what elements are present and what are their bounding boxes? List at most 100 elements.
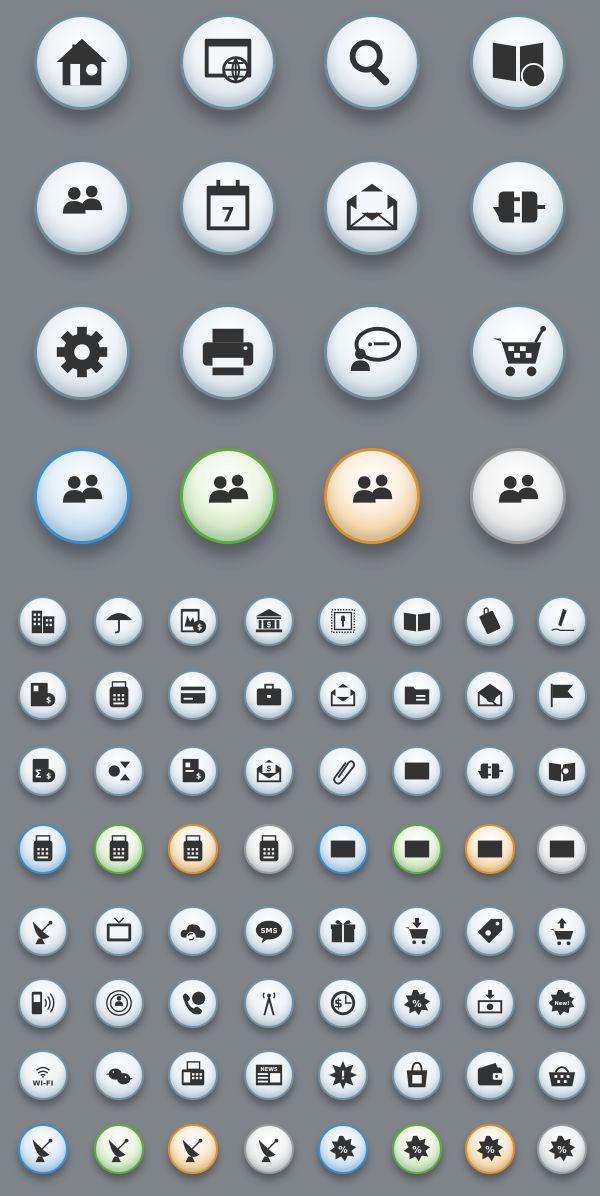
document-clip-button[interactable] <box>465 596 515 646</box>
dollar-invoice-button[interactable]: $ <box>168 746 218 796</box>
users-button[interactable] <box>34 448 130 544</box>
gift-box-icon <box>328 916 358 946</box>
open-envelope-button[interactable] <box>324 159 420 255</box>
folder-button[interactable] <box>392 670 442 720</box>
pos-terminal-button[interactable] <box>244 824 294 874</box>
pos-terminal-icon <box>104 680 134 710</box>
web-browser-globe-button[interactable] <box>180 14 276 110</box>
alert-burst-button[interactable]: ! <box>318 1050 368 1100</box>
calendar-button[interactable]: 7 <box>180 159 276 255</box>
umbrella-button[interactable] <box>94 596 144 646</box>
open-mail-button[interactable] <box>318 670 368 720</box>
envelope-button[interactable] <box>318 824 368 874</box>
cash-download-button[interactable] <box>465 978 515 1028</box>
newspaper-button[interactable]: NEWS <box>244 1050 294 1100</box>
antenna-tower-button[interactable] <box>244 978 294 1028</box>
shopping-cart-icon <box>487 321 549 383</box>
briefcase-button[interactable] <box>244 670 294 720</box>
shopping-bag-button[interactable] <box>392 1050 442 1100</box>
mobile-signal-button[interactable] <box>18 978 68 1028</box>
svg-text:$: $ <box>196 772 201 781</box>
price-tag-button[interactable] <box>465 906 515 956</box>
credit-card-button[interactable] <box>168 670 218 720</box>
discount-badge-button[interactable]: % <box>537 1124 587 1174</box>
envelope-button[interactable] <box>537 824 587 874</box>
pos-terminal-button[interactable] <box>94 824 144 874</box>
pen-signature-button[interactable] <box>537 596 587 646</box>
sum-dollar-document-button[interactable]: Σ $ <box>18 746 68 796</box>
users-button[interactable] <box>470 448 566 544</box>
envelope-button[interactable] <box>392 746 442 796</box>
discount-badge-icon: % <box>328 1134 358 1164</box>
buildings-button[interactable] <box>18 596 68 646</box>
phone-globe-button[interactable] <box>168 978 218 1028</box>
gift-box-button[interactable] <box>318 906 368 956</box>
open-envelope-icon <box>341 176 403 238</box>
bank-button[interactable]: $ <box>244 596 294 646</box>
pos-terminal-icon <box>28 834 58 864</box>
wallet-button[interactable] <box>465 1050 515 1100</box>
tv-button[interactable] <box>94 906 144 956</box>
book-clock-button[interactable] <box>470 14 566 110</box>
discount-badge-button[interactable]: % <box>318 1124 368 1174</box>
chat-user-icon <box>341 321 403 383</box>
home-button[interactable] <box>34 14 130 110</box>
calculator-arrows-button[interactable] <box>94 746 144 796</box>
fax-machine-button[interactable] <box>168 1050 218 1100</box>
dollar-mail-button[interactable]: $ <box>244 746 294 796</box>
sms-bubble-button[interactable]: SMS <box>244 906 294 956</box>
birds-button[interactable] <box>94 1050 144 1100</box>
gear-button[interactable] <box>34 304 130 400</box>
price-tag-icon <box>475 916 505 946</box>
money-bag-document-button[interactable]: $ <box>168 596 218 646</box>
flag-button[interactable] <box>537 670 587 720</box>
satellite-dish-button[interactable] <box>18 906 68 956</box>
envelope-icon <box>402 834 432 864</box>
cloud-sync-button[interactable] <box>168 906 218 956</box>
search-magnifier-button[interactable] <box>324 14 420 110</box>
users-button[interactable] <box>34 159 130 255</box>
calculator-arrows-icon <box>104 756 134 786</box>
wifi-icon: WI-FI <box>28 1060 58 1090</box>
mail-search-button[interactable] <box>465 670 515 720</box>
discount-badge-button[interactable]: % <box>392 1124 442 1174</box>
cart-download-button[interactable] <box>392 906 442 956</box>
money-bag-id-button[interactable]: $ <box>18 670 68 720</box>
dollar-clock-button[interactable]: $ <box>318 978 368 1028</box>
chat-user-button[interactable] <box>324 304 420 400</box>
shopping-cart-button[interactable] <box>470 304 566 400</box>
plug-connector-icon <box>487 176 549 238</box>
printer-button[interactable] <box>180 304 276 400</box>
open-book-button[interactable] <box>392 596 442 646</box>
discount-badge-button[interactable]: % <box>465 1124 515 1174</box>
shopping-basket-button[interactable] <box>537 1050 587 1100</box>
mail-search-icon <box>475 680 505 710</box>
pos-terminal-button[interactable] <box>94 670 144 720</box>
discount-badge-button[interactable]: % <box>392 978 442 1028</box>
satellite-dish-button[interactable] <box>244 1124 294 1174</box>
wifi-button[interactable]: WI-FI <box>18 1050 68 1100</box>
broadcast-user-button[interactable] <box>94 978 144 1028</box>
new-badge-button[interactable]: New! <box>537 978 587 1028</box>
mobile-signal-icon <box>28 988 58 1018</box>
satellite-dish-icon <box>28 1134 58 1164</box>
plug-connector-button[interactable] <box>465 746 515 796</box>
satellite-dish-button[interactable] <box>18 1124 68 1174</box>
users-button[interactable] <box>324 448 420 544</box>
pos-terminal-button[interactable] <box>168 824 218 874</box>
pos-terminal-button[interactable] <box>18 824 68 874</box>
money-bag-id-icon: $ <box>28 680 58 710</box>
cart-upload-button[interactable] <box>537 906 587 956</box>
envelope-button[interactable] <box>392 824 442 874</box>
gear-icon <box>51 321 113 383</box>
satellite-dish-button[interactable] <box>168 1124 218 1174</box>
paperclip-button[interactable] <box>318 746 368 796</box>
open-mail-icon <box>328 680 358 710</box>
users-button[interactable] <box>180 448 276 544</box>
satellite-dish-button[interactable] <box>94 1124 144 1174</box>
home-icon <box>51 31 113 93</box>
book-search-button[interactable] <box>537 746 587 796</box>
postage-stamp-button[interactable] <box>318 596 368 646</box>
envelope-button[interactable] <box>465 824 515 874</box>
plug-connector-button[interactable] <box>470 159 566 255</box>
